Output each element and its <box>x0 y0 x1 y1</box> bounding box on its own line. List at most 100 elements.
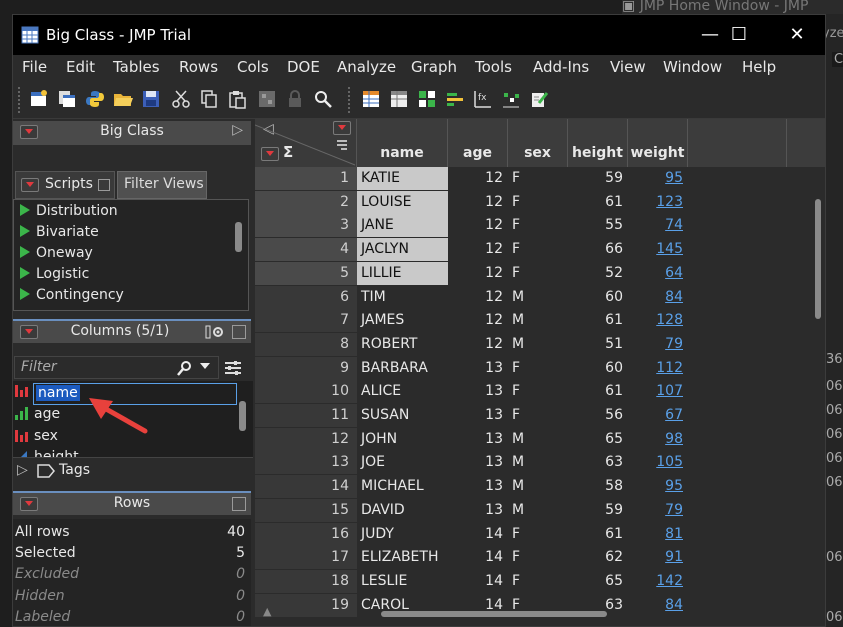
weight-link[interactable]: 145 <box>656 241 683 257</box>
maximize-button[interactable]: ☐ <box>710 15 768 55</box>
cell-height[interactable]: 65 <box>568 570 628 593</box>
columns-outline-header[interactable]: Columns (5/1) <box>13 319 251 343</box>
column-header-height[interactable]: height <box>568 119 628 167</box>
cell-sex[interactable]: M <box>508 451 568 474</box>
cell-sex[interactable]: F <box>508 380 568 403</box>
weight-link[interactable]: 112 <box>656 360 683 376</box>
row-number[interactable]: 12 <box>255 427 357 451</box>
row-number[interactable]: 11 <box>255 404 357 427</box>
script-item-logistic[interactable]: Logistic <box>20 266 89 282</box>
grid-horizontal-scrollbar[interactable] <box>381 611 607 617</box>
cell-name[interactable]: JANE <box>357 214 448 238</box>
cell-sex[interactable]: F <box>508 262 568 285</box>
weight-link[interactable]: 91 <box>665 549 683 565</box>
weight-link[interactable]: 98 <box>665 431 683 447</box>
cell-age[interactable]: 13 <box>448 475 508 498</box>
column-options-icon[interactable] <box>205 324 225 340</box>
paste-icon[interactable] <box>227 89 247 109</box>
cell-weight[interactable]: 79 <box>628 333 688 356</box>
row-number[interactable]: 8 <box>255 332 357 356</box>
cell-weight[interactable]: 112 <box>628 357 688 380</box>
cell-weight[interactable]: 74 <box>628 214 688 237</box>
cell-name[interactable]: LILLIE <box>357 261 448 285</box>
script-item-bivariate[interactable]: Bivariate <box>20 224 99 240</box>
cell-name[interactable]: ALICE <box>357 380 448 403</box>
script-item-oneway[interactable]: Oneway <box>20 245 93 261</box>
cell-sex[interactable]: M <box>508 428 568 451</box>
column-header-empty[interactable] <box>787 119 825 167</box>
rows-header-red-triangle-button[interactable] <box>261 147 279 161</box>
menu-help[interactable]: Help <box>742 58 776 76</box>
weight-link[interactable]: 81 <box>665 526 683 542</box>
cut-icon[interactable] <box>171 89 191 109</box>
column-item-sex[interactable]: sex <box>15 428 58 444</box>
row-number[interactable]: 3 <box>255 214 357 238</box>
row-number[interactable]: 2 <box>255 190 357 214</box>
open-folder-icon[interactable] <box>113 89 133 109</box>
cell-age[interactable]: 13 <box>448 428 508 451</box>
menu-cols[interactable]: Cols <box>237 58 269 76</box>
scripts-red-triangle-button[interactable] <box>21 178 39 192</box>
weight-link[interactable]: 123 <box>656 194 683 210</box>
cell-age[interactable]: 12 <box>448 214 508 237</box>
row-number[interactable]: 1 <box>255 167 357 190</box>
cell-name[interactable]: MICHAEL <box>357 475 448 498</box>
scatter-icon[interactable] <box>501 89 521 109</box>
python-icon[interactable] <box>85 89 105 109</box>
cell-name[interactable]: SUSAN <box>357 404 448 427</box>
script-item-contingency[interactable]: Contingency <box>20 287 124 303</box>
cell-name[interactable]: ROBERT <box>357 333 448 356</box>
cell-name[interactable]: BARBARA <box>357 357 448 380</box>
cell-height[interactable]: 58 <box>568 475 628 498</box>
cell-height[interactable]: 61 <box>568 309 628 332</box>
script-item-distribution[interactable]: Distribution <box>20 203 118 219</box>
column-header-age[interactable]: age <box>448 119 508 167</box>
calculator-icon[interactable] <box>257 89 277 109</box>
cell-weight[interactable]: 145 <box>628 238 688 261</box>
cell-sex[interactable]: M <box>508 309 568 332</box>
cell-age[interactable]: 13 <box>448 404 508 427</box>
open-data-table-icon[interactable] <box>57 89 77 109</box>
cell-sex[interactable]: F <box>508 546 568 569</box>
grid-view-icon[interactable] <box>417 89 437 109</box>
scripts-scrollbar[interactable] <box>235 222 242 252</box>
cell-height[interactable]: 61 <box>568 523 628 546</box>
cell-weight[interactable]: 95 <box>628 167 688 190</box>
toolbar-grip[interactable] <box>347 86 351 114</box>
menu-edit[interactable]: Edit <box>66 58 95 76</box>
weight-link[interactable]: 105 <box>656 454 683 470</box>
cell-height[interactable]: 52 <box>568 262 628 285</box>
row-number[interactable]: 5 <box>255 261 357 285</box>
weight-link[interactable]: 67 <box>665 407 683 423</box>
cell-name[interactable]: JACLYN <box>357 238 448 262</box>
cell-age[interactable]: 12 <box>448 262 508 285</box>
row-number[interactable]: 14 <box>255 475 357 499</box>
rows-outline-header[interactable]: Rows <box>13 491 251 515</box>
cell-name[interactable]: JUDY <box>357 523 448 546</box>
cell-height[interactable]: 51 <box>568 333 628 356</box>
cell-name[interactable]: JAMES <box>357 309 448 332</box>
cell-age[interactable]: 14 <box>448 523 508 546</box>
weight-link[interactable]: 142 <box>656 573 683 589</box>
row-number[interactable]: 13 <box>255 451 357 475</box>
cell-name[interactable]: JOE <box>357 451 448 474</box>
table-icon[interactable] <box>389 89 409 109</box>
cell-height[interactable]: 59 <box>568 499 628 522</box>
menu-doe[interactable]: DOE <box>287 58 320 76</box>
row-number[interactable]: 9 <box>255 356 357 380</box>
cell-sex[interactable]: F <box>508 404 568 427</box>
rows-checkbox[interactable] <box>232 497 246 511</box>
cell-weight[interactable]: 98 <box>628 428 688 451</box>
cell-age[interactable]: 12 <box>448 191 508 214</box>
cell-sex[interactable]: M <box>508 499 568 522</box>
expand-right-icon[interactable]: ▷ <box>17 462 28 478</box>
cell-height[interactable]: 61 <box>568 380 628 403</box>
column-header-name[interactable]: name <box>357 119 448 167</box>
save-icon[interactable] <box>141 89 161 109</box>
row-number[interactable]: 18 <box>255 569 357 593</box>
search-icon[interactable] <box>177 360 193 376</box>
menu-graph[interactable]: Graph <box>411 58 457 76</box>
columns-scrollbar[interactable] <box>239 401 246 431</box>
menu-rows[interactable]: Rows <box>179 58 218 76</box>
column-header-sex[interactable]: sex <box>508 119 568 167</box>
